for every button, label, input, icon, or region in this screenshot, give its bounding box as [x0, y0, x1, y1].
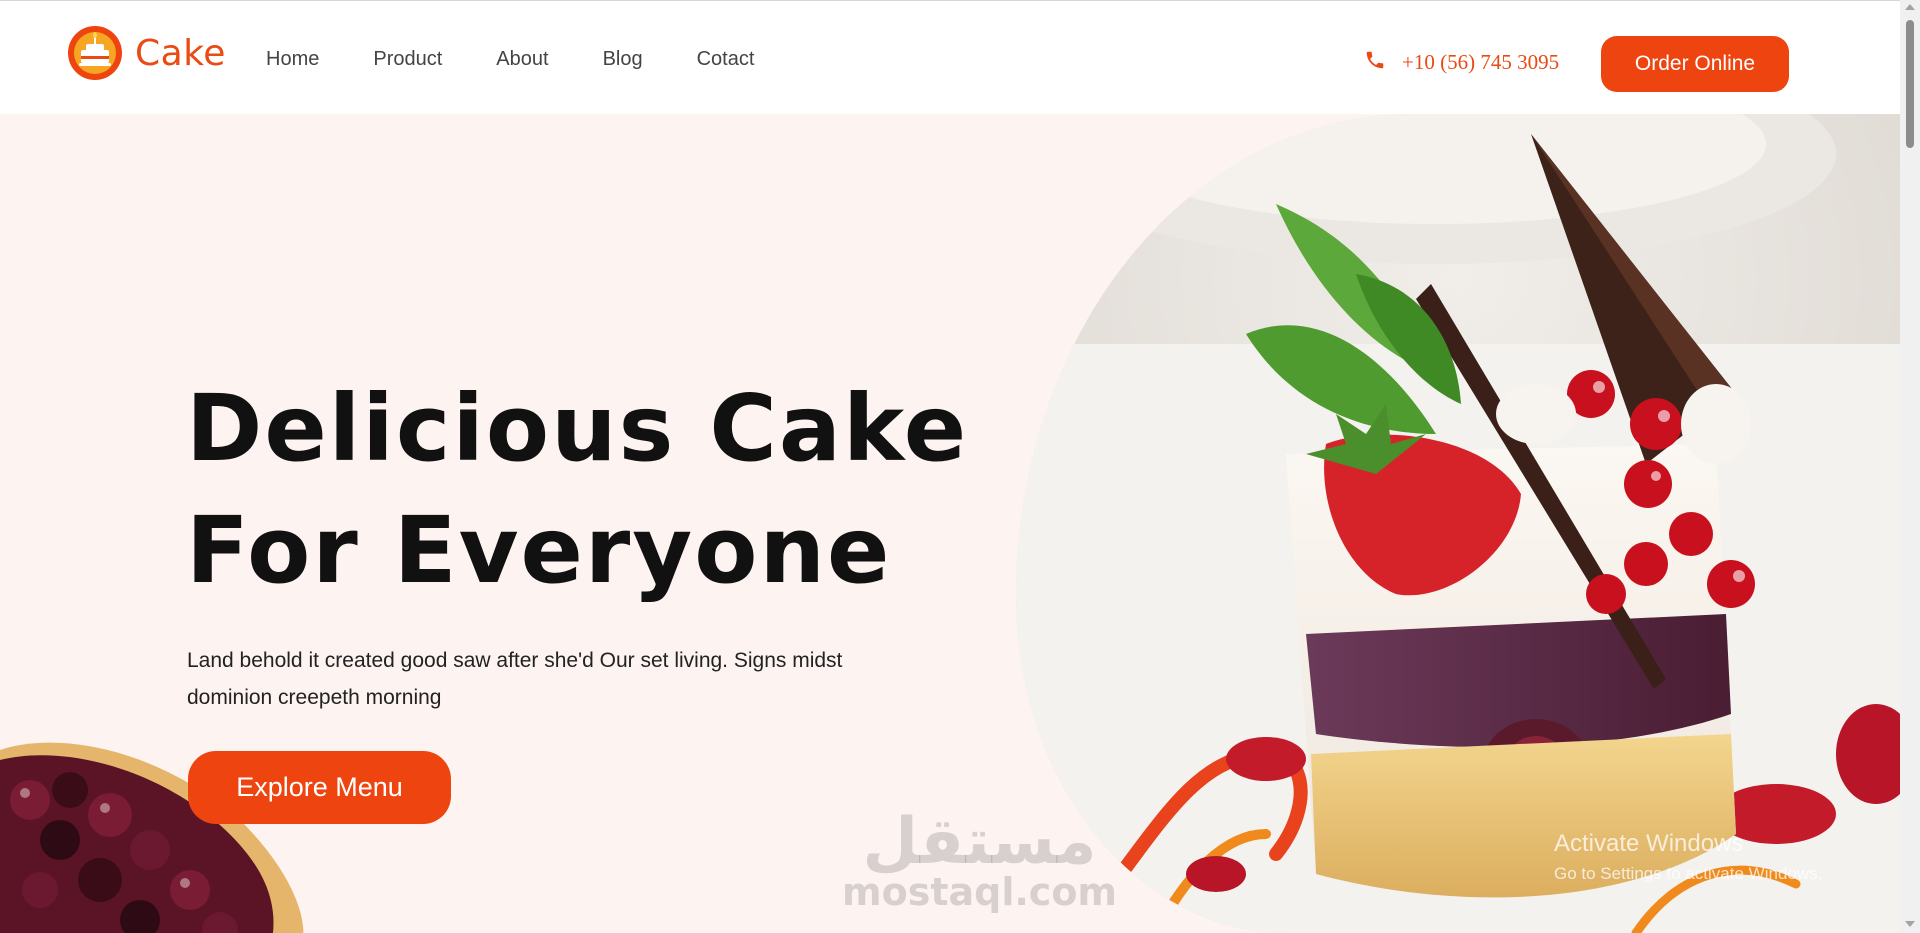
phone-icon — [1364, 49, 1386, 76]
nav-blog[interactable]: Blog — [603, 48, 643, 71]
hero-description: Land behold it created good saw after sh… — [187, 649, 843, 709]
phone-contact[interactable]: +10 (56) 745 3095 — [1364, 49, 1559, 76]
nav-about[interactable]: About — [496, 48, 548, 71]
main-nav: Home Product About Blog Cotact — [266, 48, 808, 71]
watermark-latin: mostaql.com — [842, 870, 1118, 914]
nav-contact[interactable]: Cotact — [697, 48, 755, 71]
order-online-button[interactable]: Order Online — [1601, 36, 1789, 92]
hero-section: Delicious Cake For Everyone Land behold … — [0, 114, 1900, 933]
activate-windows-notice: Activate Windows Go to Settings to activ… — [1554, 830, 1822, 884]
hero-title-line-1: Delicious Cake — [186, 375, 969, 482]
hero-title: Delicious Cake For Everyone — [186, 368, 986, 612]
activate-windows-subtitle: Go to Settings to activate Windows. — [1554, 864, 1823, 883]
nav-home[interactable]: Home — [266, 48, 319, 71]
nav-product[interactable]: Product — [373, 48, 442, 71]
watermark-arabic: مستقل — [862, 805, 1097, 879]
scroll-down-arrow-icon[interactable] — [1905, 921, 1915, 927]
scroll-up-arrow-icon[interactable] — [1905, 4, 1915, 10]
hero-cake-image — [1016, 114, 1900, 933]
cake-logo-icon — [67, 25, 123, 81]
brand-name: Cake — [135, 32, 226, 74]
page-scrollbar[interactable] — [1900, 0, 1920, 933]
hero-title-line-2: For Everyone — [186, 497, 892, 604]
mostaql-watermark: مستقل mostaql.com — [842, 805, 1118, 914]
scroll-thumb[interactable] — [1906, 20, 1914, 148]
site-header: Cake Home Product About Blog Cotact +10 … — [0, 1, 1900, 114]
phone-number: +10 (56) 745 3095 — [1402, 50, 1560, 74]
explore-menu-button[interactable]: Explore Menu — [188, 751, 451, 824]
brand-logo[interactable]: Cake — [67, 25, 226, 81]
activate-windows-title: Activate Windows — [1554, 830, 1744, 857]
